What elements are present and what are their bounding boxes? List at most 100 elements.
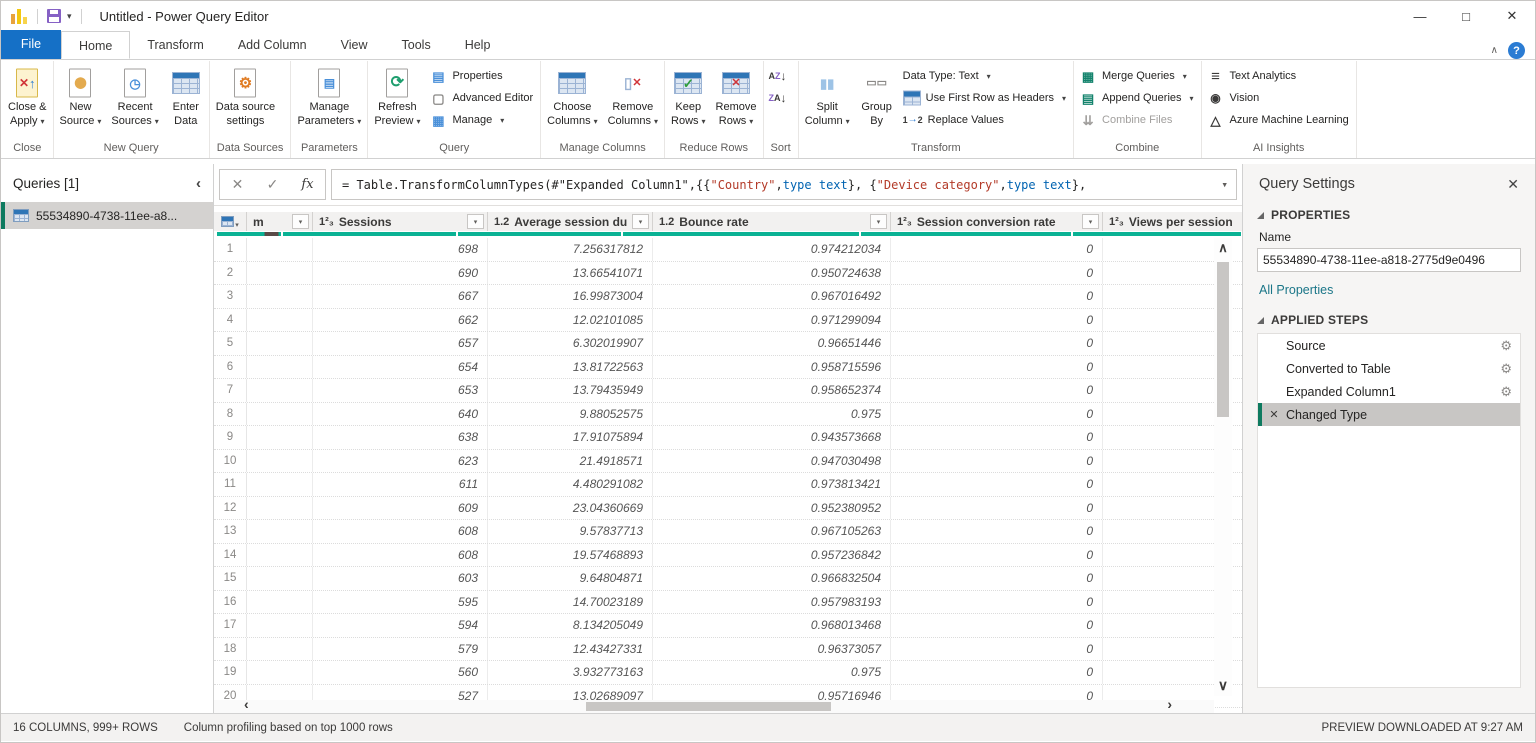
table-cell[interactable]: 0 [891, 567, 1103, 590]
table-cell[interactable]: 13.81722563 [488, 356, 653, 379]
split-column-button[interactable]: ▮▮SplitColumn▾ [800, 61, 855, 128]
table-cell[interactable] [247, 450, 313, 473]
tab-file[interactable]: File [1, 30, 61, 59]
table-cell[interactable]: 0 [891, 638, 1103, 661]
table-cell[interactable]: 0.96651446 [653, 332, 891, 355]
applied-step-changed-type[interactable]: ✕Changed Type [1258, 403, 1520, 426]
table-cell[interactable]: 0.975 [653, 403, 891, 426]
horizontal-scrollbar-thumb[interactable] [586, 702, 831, 711]
maximize-button[interactable]: □ [1443, 1, 1489, 31]
column-header-views-per-session[interactable]: 1²₃Views per session▾ [1103, 212, 1242, 231]
formula-expand-icon[interactable]: ▾ [1221, 178, 1228, 191]
tab-tools[interactable]: Tools [385, 31, 448, 59]
tab-home[interactable]: Home [61, 31, 130, 59]
azure-machine-learning-button[interactable]: △Azure Machine Learning [1207, 111, 1349, 129]
table-cell[interactable]: 698 [313, 238, 488, 261]
tab-view[interactable]: View [324, 31, 385, 59]
recent-sources-button[interactable]: ◷RecentSources▾ [106, 61, 163, 128]
formula-input[interactable]: = Table.TransformColumnTypes(#"Expanded … [331, 169, 1237, 200]
table-cell[interactable]: 608 [313, 544, 488, 567]
table-cell[interactable]: 611 [313, 473, 488, 496]
table-cell[interactable]: 0 [891, 332, 1103, 355]
table-cell[interactable]: 609 [313, 497, 488, 520]
table-cell[interactable]: 4.480291082 [488, 473, 653, 496]
row-number[interactable]: 15 [214, 567, 247, 590]
row-number[interactable]: 13 [214, 520, 247, 543]
table-cell[interactable]: 0 [891, 520, 1103, 543]
table-cell[interactable] [247, 497, 313, 520]
table-cell[interactable]: 0 [891, 473, 1103, 496]
table-cell[interactable]: 7.256317812 [488, 238, 653, 261]
scroll-right-icon[interactable]: › [1167, 696, 1172, 712]
table-cell[interactable]: 8.134205049 [488, 614, 653, 637]
row-number[interactable]: 1 [214, 238, 247, 261]
table-cell[interactable]: 0.971299094 [653, 309, 891, 332]
sort-descending-button[interactable]: ZA↓ [769, 89, 787, 107]
table-cell[interactable]: 594 [313, 614, 488, 637]
collapse-queries-pane-icon[interactable]: ‹ [196, 175, 201, 192]
table-cell[interactable] [247, 238, 313, 261]
row-number[interactable]: 7 [214, 379, 247, 402]
delete-step-icon[interactable]: ✕ [1262, 408, 1286, 421]
vertical-scrollbar-thumb[interactable] [1217, 262, 1229, 417]
group-by-button[interactable]: ▭▭GroupBy [855, 61, 899, 128]
table-cell[interactable]: 0 [891, 379, 1103, 402]
table-cell[interactable] [247, 332, 313, 355]
choose-columns-button[interactable]: ChooseColumns▾ [542, 61, 602, 128]
all-properties-link[interactable]: All Properties [1259, 283, 1521, 297]
table-cell[interactable]: 0.967016492 [653, 285, 891, 308]
data-source-settings-button[interactable]: ⚙Data sourcesettings [211, 61, 280, 128]
row-number[interactable]: 16 [214, 591, 247, 614]
row-number[interactable]: 5 [214, 332, 247, 355]
help-icon[interactable]: ? [1508, 42, 1525, 59]
table-cell[interactable]: 0.958652374 [653, 379, 891, 402]
table-cell[interactable]: 0 [891, 544, 1103, 567]
collapse-ribbon-icon[interactable]: ∧ [1491, 45, 1498, 56]
row-number[interactable]: 17 [214, 614, 247, 637]
table-cell[interactable] [247, 638, 313, 661]
table-cell[interactable]: 17.91075894 [488, 426, 653, 449]
table-cell[interactable]: 12.02101085 [488, 309, 653, 332]
close-and-apply-button[interactable]: ✕↑Close &Apply▾ [3, 61, 52, 128]
column-header-session-conversion-rate[interactable]: 1²₃Session conversion rate▾ [891, 212, 1103, 231]
table-cell[interactable]: 0 [891, 497, 1103, 520]
table-cell[interactable]: 0.950724638 [653, 262, 891, 285]
table-cell[interactable]: 0.958715596 [653, 356, 891, 379]
combine-files-button[interactable]: ⇊Combine Files [1079, 111, 1194, 129]
scroll-left-icon[interactable]: ‹ [244, 696, 249, 712]
table-cell[interactable]: 623 [313, 450, 488, 473]
table-cell[interactable]: 0 [891, 309, 1103, 332]
table-cell[interactable] [247, 544, 313, 567]
horizontal-scrollbar[interactable]: ‹ › [214, 700, 1214, 713]
table-cell[interactable]: 23.04360669 [488, 497, 653, 520]
applied-step-converted-to-table[interactable]: Converted to Table⚙ [1258, 357, 1520, 380]
table-cell[interactable]: 9.88052575 [488, 403, 653, 426]
close-button[interactable]: ✕ [1489, 1, 1535, 31]
table-cell[interactable] [247, 285, 313, 308]
table-cell[interactable]: 0.966832504 [653, 567, 891, 590]
sort-ascending-button[interactable]: AZ↓ [769, 67, 787, 85]
column-header-bounce-rate[interactable]: 1.2Bounce rate▾ [653, 212, 891, 231]
table-cell[interactable]: 0 [891, 356, 1103, 379]
column-filter-icon[interactable]: ▾ [292, 214, 309, 229]
table-cell[interactable]: 603 [313, 567, 488, 590]
row-number[interactable]: 9 [214, 426, 247, 449]
column-filter-icon[interactable]: ▾ [1082, 214, 1099, 229]
remove-columns-button[interactable]: ▯✕RemoveColumns▾ [603, 61, 663, 128]
table-cell[interactable]: 0.952380952 [653, 497, 891, 520]
scroll-down-icon[interactable]: ∨ [1218, 674, 1228, 696]
table-cell[interactable]: 560 [313, 661, 488, 684]
table-cell[interactable]: 667 [313, 285, 488, 308]
table-cell[interactable] [247, 403, 313, 426]
table-cell[interactable]: 657 [313, 332, 488, 355]
vertical-scrollbar[interactable]: ∧ ∨ [1214, 238, 1232, 696]
data-type-button[interactable]: Data Type: Text▾ [903, 67, 1066, 85]
text-analytics-button[interactable]: ≡Text Analytics [1207, 67, 1349, 85]
table-cell[interactable]: 0 [891, 262, 1103, 285]
table-cell[interactable]: 0.957236842 [653, 544, 891, 567]
remove-rows-button[interactable]: ✕RemoveRows▾ [711, 61, 762, 128]
step-settings-gear-icon[interactable]: ⚙ [1500, 384, 1512, 400]
query-list-item[interactable]: 55534890-4738-11ee-a8... [1, 202, 213, 229]
table-cell[interactable]: 9.57837713 [488, 520, 653, 543]
table-cell[interactable]: 608 [313, 520, 488, 543]
